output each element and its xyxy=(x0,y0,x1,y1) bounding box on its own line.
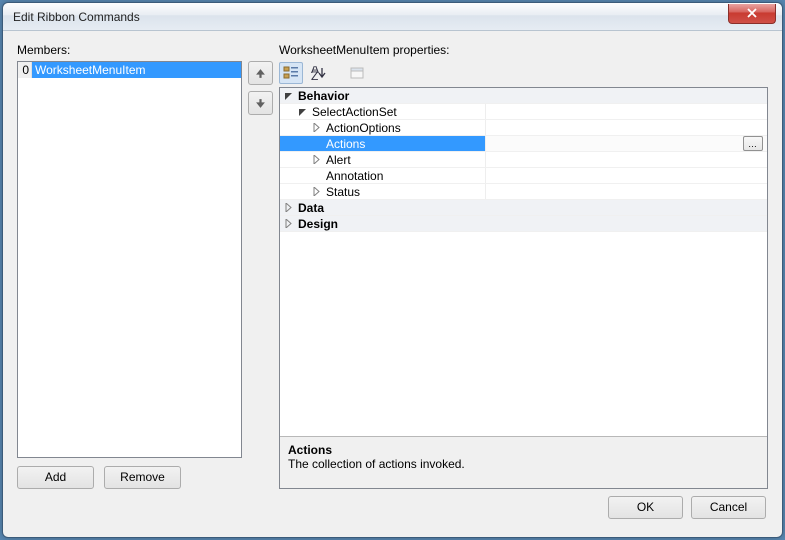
expand-icon[interactable] xyxy=(282,202,294,214)
spacer-icon xyxy=(310,138,322,150)
property-row[interactable]: Status xyxy=(280,184,767,200)
property-name-cell[interactable]: Design xyxy=(280,216,767,231)
property-value-cell[interactable] xyxy=(486,104,767,119)
titlebar[interactable]: Edit Ribbon Commands xyxy=(3,3,782,31)
property-value-cell[interactable] xyxy=(486,120,767,135)
property-name: Data xyxy=(296,201,324,215)
property-row[interactable]: SelectActionSet xyxy=(280,104,767,120)
property-name-cell[interactable]: ActionOptions xyxy=(280,120,486,135)
dialog-buttons: OK Cancel xyxy=(17,489,768,525)
property-name: SelectActionSet xyxy=(310,105,397,119)
remove-button[interactable]: Remove xyxy=(104,466,181,489)
collapse-icon[interactable] xyxy=(296,106,308,118)
members-label: Members: xyxy=(17,43,242,57)
property-grid[interactable]: BehaviorSelectActionSetActionOptionsActi… xyxy=(279,87,768,489)
arrow-down-icon xyxy=(255,98,266,109)
categorized-icon xyxy=(283,66,299,80)
arrow-up-icon xyxy=(255,68,266,79)
close-icon xyxy=(747,8,757,18)
property-name-cell[interactable]: Status xyxy=(280,184,486,199)
move-up-button[interactable] xyxy=(248,61,273,85)
expand-icon[interactable] xyxy=(310,186,322,198)
property-toolbar: AZ xyxy=(279,61,768,87)
category-row[interactable]: Data xyxy=(280,200,767,216)
property-row[interactable]: Annotation xyxy=(280,168,767,184)
property-name: Behavior xyxy=(296,89,349,103)
move-down-button[interactable] xyxy=(248,91,273,115)
property-value-cell[interactable] xyxy=(486,168,767,183)
svg-text:Z: Z xyxy=(311,69,318,80)
members-buttons: Add Remove xyxy=(17,466,242,489)
list-item-index: 0 xyxy=(18,62,32,78)
property-name: ActionOptions xyxy=(324,121,401,135)
property-name-cell[interactable]: Alert xyxy=(280,152,486,167)
ellipsis-button[interactable]: … xyxy=(743,136,763,151)
property-help: Actions The collection of actions invoke… xyxy=(280,436,767,488)
category-row[interactable]: Design xyxy=(280,216,767,232)
alphabetical-icon: AZ xyxy=(311,66,327,80)
category-row[interactable]: Behavior xyxy=(280,88,767,104)
property-name: Annotation xyxy=(324,169,383,183)
property-name: Status xyxy=(324,185,360,199)
help-title: Actions xyxy=(288,443,759,457)
property-name-cell[interactable]: Data xyxy=(280,200,767,215)
list-item-text: WorksheetMenuItem xyxy=(32,63,241,77)
property-value-cell[interactable] xyxy=(486,184,767,199)
members-list[interactable]: 0 WorksheetMenuItem xyxy=(17,61,242,458)
property-row[interactable]: Actions … xyxy=(280,136,767,152)
categorized-button[interactable] xyxy=(279,62,303,84)
expand-icon[interactable] xyxy=(310,154,322,166)
close-button[interactable] xyxy=(728,4,776,24)
property-name: Actions xyxy=(324,137,365,151)
collapse-icon[interactable] xyxy=(282,90,294,102)
expand-icon[interactable] xyxy=(310,122,322,134)
property-grid-body[interactable]: BehaviorSelectActionSetActionOptionsActi… xyxy=(280,88,767,436)
property-value-cell[interactable] xyxy=(486,152,767,167)
cancel-button[interactable]: Cancel xyxy=(691,496,766,519)
property-name-cell[interactable]: SelectActionSet xyxy=(280,104,486,119)
property-name: Design xyxy=(296,217,338,231)
property-pages-icon xyxy=(349,66,365,80)
properties-column: WorksheetMenuItem properties: xyxy=(279,43,768,489)
members-column: Members: 0 WorksheetMenuItem Add Remove xyxy=(17,43,242,489)
add-button[interactable]: Add xyxy=(17,466,94,489)
property-name-cell[interactable]: Behavior xyxy=(280,88,767,103)
reorder-buttons xyxy=(248,61,273,489)
property-name-cell[interactable]: Annotation xyxy=(280,168,486,183)
content-area: Members: 0 WorksheetMenuItem Add Remove xyxy=(3,31,782,537)
property-pages-button[interactable] xyxy=(345,62,369,84)
property-name-cell[interactable]: Actions xyxy=(280,136,486,151)
dialog-window: Edit Ribbon Commands Members: 0 Workshee… xyxy=(2,2,783,538)
body-columns: Members: 0 WorksheetMenuItem Add Remove xyxy=(17,43,768,489)
properties-label: WorksheetMenuItem properties: xyxy=(279,43,768,57)
property-value-cell[interactable]: … xyxy=(486,136,767,151)
expand-icon[interactable] xyxy=(282,218,294,230)
property-grid-wrap: AZ BehaviorSelectActionSetActionOpt xyxy=(279,61,768,489)
property-name: Alert xyxy=(324,153,351,167)
list-item[interactable]: 0 WorksheetMenuItem xyxy=(18,62,241,78)
spacer-icon xyxy=(310,170,322,182)
property-row[interactable]: Alert xyxy=(280,152,767,168)
property-row[interactable]: ActionOptions xyxy=(280,120,767,136)
help-desc: The collection of actions invoked. xyxy=(288,457,759,471)
alphabetical-button[interactable]: AZ xyxy=(307,62,331,84)
window-title: Edit Ribbon Commands xyxy=(13,10,728,24)
ok-button[interactable]: OK xyxy=(608,496,683,519)
